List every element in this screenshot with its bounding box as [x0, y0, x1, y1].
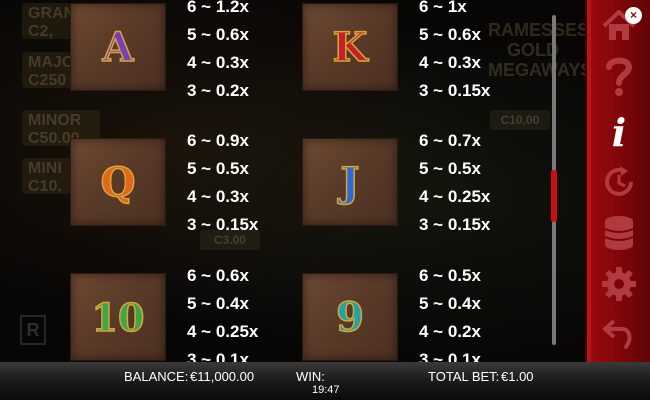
- payout-list-j: 6 ~ 0.7x 5 ~ 0.5x 4 ~ 0.25x 3 ~ 0.15x: [419, 127, 490, 239]
- payout-row: 5 ~ 0.6x: [187, 25, 249, 44]
- total-bet-value: €1.00: [501, 369, 534, 384]
- payout-row: 4 ~ 0.2x: [419, 322, 481, 341]
- autoplay-icon: [605, 166, 633, 196]
- payout-list-a: 6 ~ 1.2x 5 ~ 0.6x 4 ~ 0.3x 3 ~ 0.2x: [187, 0, 249, 105]
- symbol-tile-9: 9: [302, 273, 398, 361]
- payout-row: 6 ~ 0.7x: [419, 131, 481, 150]
- win-label: WIN:: [296, 369, 325, 384]
- symbol-9: 9: [335, 293, 364, 342]
- symbol-j: J: [340, 158, 360, 207]
- symbol-tile-j: J: [302, 138, 398, 226]
- symbol-a: A: [102, 23, 135, 72]
- help-icon: [606, 57, 633, 96]
- payout-row: 4 ~ 0.3x: [419, 53, 481, 72]
- settings-button[interactable]: [597, 262, 641, 306]
- payout-row: 6 ~ 1x: [419, 0, 467, 16]
- help-button[interactable]: [597, 54, 641, 98]
- clock: 19:47: [312, 384, 340, 396]
- side-menu: i: [585, 0, 650, 362]
- back-button[interactable]: [597, 312, 641, 356]
- balance-label: BALANCE:: [124, 369, 189, 384]
- symbol-tile-10: 10: [70, 273, 166, 361]
- close-icon: ×: [629, 8, 637, 22]
- total-bet-label: TOTAL BET:: [428, 369, 500, 384]
- payout-row: 3 ~ 0.15x: [187, 215, 259, 234]
- payout-row: 4 ~ 0.3x: [187, 53, 249, 72]
- payout-row: 5 ~ 0.6x: [419, 25, 481, 44]
- payout-row: 6 ~ 0.5x: [419, 266, 481, 285]
- bottom-bar: BALANCE: €11,000.00 WIN: TOTAL BET: €1.0…: [0, 362, 650, 400]
- payout-list-q: 6 ~ 0.9x 5 ~ 0.5x 4 ~ 0.3x 3 ~ 0.15x: [187, 127, 258, 239]
- symbol-tile-q: Q: [70, 138, 166, 226]
- payout-row: 4 ~ 0.25x: [187, 322, 259, 341]
- payout-list-10: 6 ~ 0.6x 5 ~ 0.4x 4 ~ 0.25x 3 ~ 0.1x: [187, 262, 258, 374]
- autoplay-button[interactable]: [597, 160, 641, 204]
- payout-row: 6 ~ 0.9x: [187, 131, 249, 150]
- payout-row: 6 ~ 1.2x: [187, 0, 249, 16]
- payout-row: 5 ~ 0.4x: [419, 294, 481, 313]
- payout-row: 4 ~ 0.3x: [187, 187, 249, 206]
- back-icon: [603, 319, 632, 349]
- payout-row: 4 ~ 0.25x: [419, 187, 491, 206]
- payout-list-k: 6 ~ 1x 5 ~ 0.6x 4 ~ 0.3x 3 ~ 0.15x: [419, 0, 490, 105]
- symbol-q: Q: [100, 158, 136, 207]
- symbol-tile-a: A: [70, 3, 166, 91]
- payout-row: 5 ~ 0.5x: [419, 159, 481, 178]
- balance-value: €11,000.00: [190, 369, 255, 384]
- symbol-k: K: [332, 23, 368, 72]
- bet-button[interactable]: [597, 210, 641, 254]
- settings-icon: [602, 267, 636, 301]
- payout-row: 3 ~ 0.2x: [187, 81, 249, 100]
- symbol-tile-k: K: [302, 3, 398, 91]
- brand-mark: R: [20, 315, 46, 345]
- payout-list-9: 6 ~ 0.5x 5 ~ 0.4x 4 ~ 0.2x 3 ~ 0.1x: [419, 262, 481, 374]
- bet-coins-icon: [604, 216, 634, 250]
- info-button[interactable]: i: [597, 109, 641, 155]
- bg-cell-value: C10.00: [490, 110, 550, 130]
- symbol-10: 10: [91, 294, 145, 341]
- payout-row: 3 ~ 0.15x: [419, 215, 491, 234]
- game-logo: RAMESSES GOLD MEGAWAYS: [488, 20, 585, 80]
- payout-row: 6 ~ 0.6x: [187, 266, 249, 285]
- payout-row: 3 ~ 0.15x: [419, 81, 491, 100]
- info-icon: i: [611, 109, 627, 155]
- close-button[interactable]: ×: [625, 7, 642, 24]
- payout-row: 5 ~ 0.5x: [187, 159, 249, 178]
- menu-edge: [587, 0, 591, 362]
- payout-row: 5 ~ 0.4x: [187, 294, 249, 313]
- scrollbar-thumb[interactable]: [551, 170, 557, 222]
